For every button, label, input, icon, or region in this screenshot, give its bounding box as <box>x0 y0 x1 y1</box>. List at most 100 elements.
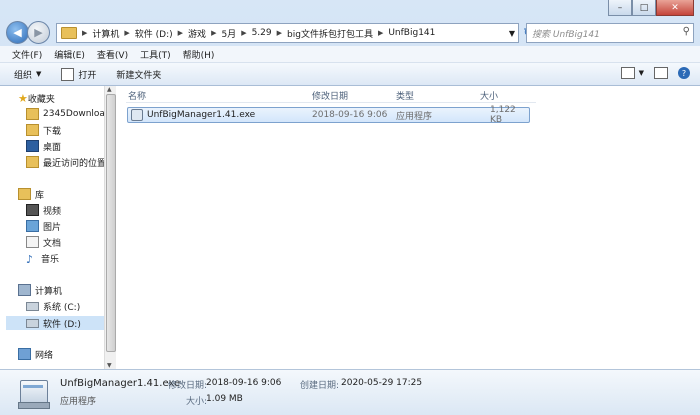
recent-places-icon <box>26 156 39 168</box>
menu-view[interactable]: 查看(V) <box>97 48 128 61</box>
breadcrumb-separator-icon[interactable]: ▶ <box>378 29 383 37</box>
file-name-cell: UnfBigManager1.41.exe <box>131 108 255 122</box>
breadcrumb-separator-icon[interactable]: ▶ <box>178 29 183 37</box>
column-header-name[interactable]: 名称 <box>128 88 146 102</box>
organize-button[interactable]: 组织 ▼ <box>14 68 41 81</box>
minimize-button[interactable]: – <box>608 0 632 16</box>
view-options-icon[interactable] <box>620 67 635 79</box>
nav-label: 计算机 <box>35 286 63 297</box>
view-controls: ▼ ? <box>620 67 690 79</box>
nav-item-downloads[interactable]: 下载 <box>26 123 61 137</box>
column-header-modified[interactable]: 修改日期 <box>312 88 348 102</box>
new-folder-label: 新建文件夹 <box>116 70 162 81</box>
column-header-type[interactable]: 类型 <box>396 88 414 102</box>
nav-item-documents[interactable]: 文档 <box>26 235 61 249</box>
breadcrumb-separator-icon[interactable]: ▶ <box>211 29 216 37</box>
nav-item-videos[interactable]: 视频 <box>26 203 61 217</box>
address-dropdown-icon[interactable]: ▼ <box>509 29 515 38</box>
breadcrumb-item[interactable]: 5月 <box>221 27 236 40</box>
file-modified: 2018-09-16 9:06 <box>312 110 388 120</box>
address-bar[interactable]: ▶ 计算机 ▶ 软件 (D:) ▶ 游戏 ▶ 5月 ▶ 5.29 ▶ big文件… <box>56 23 519 43</box>
breadcrumb-item[interactable]: big文件拆包打包工具 <box>287 27 373 40</box>
back-button[interactable]: ◀ <box>6 21 29 44</box>
folder-icon <box>61 27 77 39</box>
documents-icon <box>26 236 39 248</box>
download-folder-icon <box>26 124 39 136</box>
open-button[interactable]: 打开 <box>61 67 97 81</box>
new-folder-button[interactable]: 新建文件夹 <box>116 68 161 81</box>
preview-pane-icon[interactable] <box>654 67 668 79</box>
breadcrumb-item[interactable]: UnfBig141 <box>388 28 435 38</box>
nav-drive-c[interactable]: 系统 (C:) <box>26 299 80 313</box>
help-icon[interactable]: ? <box>678 67 690 79</box>
breadcrumb-item[interactable]: 5.29 <box>252 28 272 38</box>
computer-icon <box>18 284 31 296</box>
search-icon[interactable]: ⚲ <box>683 26 690 37</box>
open-label: 打开 <box>78 70 97 81</box>
nav-label: 网络 <box>35 350 54 361</box>
music-icon: ♪ <box>26 253 34 266</box>
maximize-button[interactable]: □ <box>632 0 656 16</box>
breadcrumb-separator-icon[interactable]: ▶ <box>82 29 87 37</box>
file-type: 应用程序 <box>396 111 433 122</box>
forward-button[interactable]: ▶ <box>27 21 50 44</box>
caption-buttons: – □ ✕ <box>608 0 694 16</box>
close-button[interactable]: ✕ <box>656 0 694 16</box>
video-icon <box>26 204 39 216</box>
nav-network[interactable]: 网络 <box>18 347 53 361</box>
scroll-up-icon[interactable]: ▲ <box>107 86 112 93</box>
nav-libraries[interactable]: 库 <box>18 187 44 201</box>
breadcrumb-item[interactable]: 计算机 <box>92 27 119 40</box>
menu-file[interactable]: 文件(F) <box>12 48 42 61</box>
nav-item-pictures[interactable]: 图片 <box>26 219 61 233</box>
folder-icon <box>26 108 39 120</box>
details-size-value: 1.09 MB <box>206 394 243 404</box>
breadcrumb-item[interactable]: 软件 (D:) <box>135 27 173 40</box>
scrollbar-thumb[interactable] <box>106 94 116 352</box>
nav-item-2345downloads[interactable]: 2345Downloads <box>26 107 115 121</box>
nav-item-desktop[interactable]: 桌面 <box>26 139 61 153</box>
application-icon <box>131 109 143 121</box>
menu-help[interactable]: 帮助(H) <box>183 48 215 61</box>
nav-label: 库 <box>35 190 45 201</box>
nav-label: 系统 (C:) <box>43 302 81 313</box>
nav-label: 最近访问的位置 <box>43 158 107 169</box>
column-header-size[interactable]: 大小 <box>480 88 498 102</box>
nav-label: 音乐 <box>41 254 60 265</box>
nav-label: 图片 <box>43 222 62 233</box>
breadcrumb-separator-icon[interactable]: ▶ <box>241 29 246 37</box>
details-size-label: 大小: <box>186 397 208 407</box>
breadcrumb-separator-icon[interactable]: ▶ <box>277 29 282 37</box>
file-size: 1,122 KB <box>490 105 516 125</box>
library-icon <box>18 188 31 200</box>
breadcrumb-separator-icon[interactable]: ▶ <box>124 29 129 37</box>
header-divider <box>126 102 536 103</box>
search-input[interactable]: 搜索 UnfBig141 ⚲ <box>526 23 694 43</box>
file-list: 名称 修改日期 类型 大小 UnfBigManager1.41.exe 2018… <box>116 86 700 369</box>
pictures-icon <box>26 220 39 232</box>
nav-favorites[interactable]: ★ 收藏夹 <box>18 91 55 105</box>
scroll-down-icon[interactable]: ▼ <box>107 362 112 369</box>
table-row[interactable]: UnfBigManager1.41.exe 2018-09-16 9:06 应用… <box>127 105 530 125</box>
details-pane: UnfBigManager1.41.exe 应用程序 修改日期: 2018-09… <box>0 369 700 415</box>
organize-label: 组织 <box>14 70 33 81</box>
details-modified-label: 修改日期: <box>168 381 208 391</box>
search-placeholder: 搜索 UnfBig141 <box>532 29 600 40</box>
menu-bar: 文件(F) 编辑(E) 查看(V) 工具(T) 帮助(H) <box>0 46 700 63</box>
nav-label: 桌面 <box>43 142 62 153</box>
nav-item-recent[interactable]: 最近访问的位置 <box>26 155 106 169</box>
nav-item-music[interactable]: ♪ 音乐 <box>26 251 60 266</box>
nav-label: 软件 (D:) <box>43 319 81 330</box>
nav-label: 下载 <box>43 126 62 137</box>
chevron-down-icon[interactable]: ▼ <box>639 69 644 77</box>
menu-tools[interactable]: 工具(T) <box>140 48 171 61</box>
nav-label: 文档 <box>43 238 62 249</box>
menu-edit[interactable]: 编辑(E) <box>54 48 85 61</box>
nav-computer[interactable]: 计算机 <box>18 283 62 297</box>
nav-scrollbar[interactable]: ▲ ▼ <box>104 86 116 369</box>
details-created-label: 创建日期: <box>300 381 340 391</box>
nav-drive-d[interactable]: 软件 (D:) <box>6 316 104 330</box>
breadcrumb-item[interactable]: 游戏 <box>188 27 206 40</box>
chevron-down-icon: ▼ <box>36 70 42 78</box>
network-icon <box>18 348 31 360</box>
